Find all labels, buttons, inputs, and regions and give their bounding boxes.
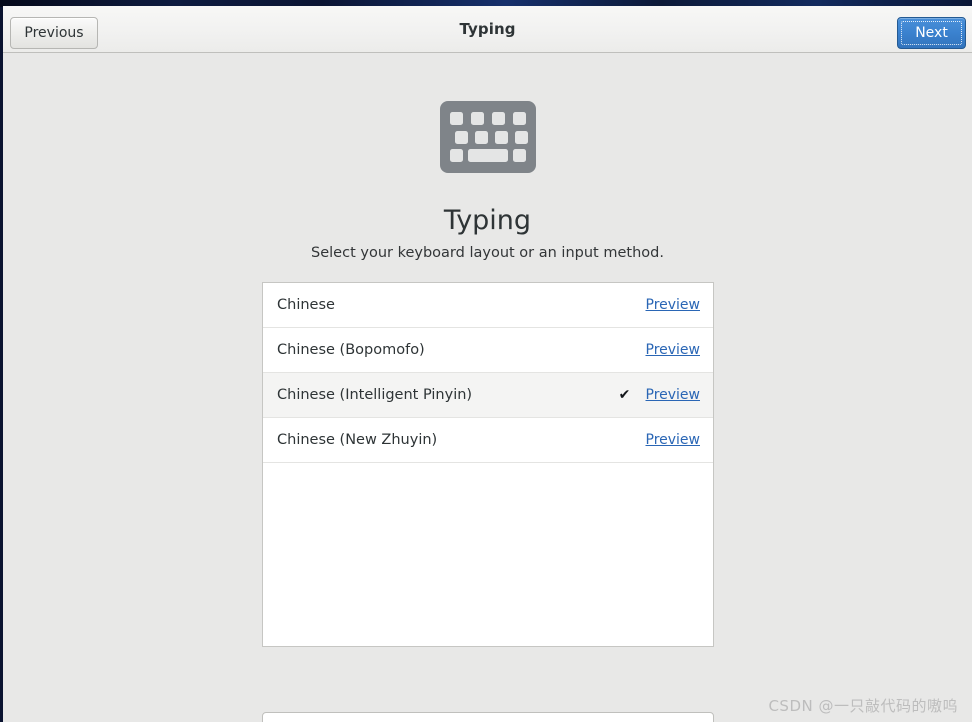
- content-area: Typing Select your keyboard layout or an…: [3, 53, 972, 722]
- csdn-watermark: CSDN @一只敲代码的嗷呜: [768, 697, 958, 715]
- preview-link[interactable]: Preview: [646, 297, 701, 313]
- list-item-label: Chinese (Intelligent Pinyin): [277, 387, 473, 403]
- next-button[interactable]: Next: [897, 17, 966, 49]
- selected-check-icon: ✔: [618, 387, 631, 403]
- typing-setup-window: Previous Typing Next Typing Select your …: [3, 6, 972, 722]
- keyboard-icon: [439, 101, 536, 173]
- list-item-selected[interactable]: Chinese (Intelligent Pinyin) ✔ Preview: [263, 373, 713, 418]
- preview-link[interactable]: Preview: [646, 432, 701, 448]
- input-source-list[interactable]: Chinese Preview Chinese (Bopomofo) Previ…: [262, 282, 714, 647]
- keyboard-key: [454, 130, 468, 144]
- keyboard-key: [514, 130, 528, 144]
- list-item[interactable]: Chinese (Bopomofo) Preview: [263, 328, 713, 373]
- preview-link[interactable]: Preview: [646, 387, 701, 403]
- keyboard-key: [449, 112, 463, 125]
- screen: Previous Typing Next Typing Select your …: [0, 0, 972, 722]
- list-item[interactable]: Chinese Preview: [263, 283, 713, 328]
- preview-link[interactable]: Preview: [646, 342, 701, 358]
- header-bar: Previous Typing Next: [3, 6, 972, 53]
- keyboard-key: [512, 112, 526, 125]
- page-subtitle: Select your keyboard layout or an input …: [311, 245, 664, 261]
- keyboard-key: [449, 149, 463, 162]
- list-item[interactable]: Chinese (New Zhuyin) Preview: [263, 418, 713, 463]
- list-item-label: Chinese (Bopomofo): [277, 342, 425, 358]
- search-box[interactable]: Chin: [262, 712, 714, 722]
- keyboard-key: [512, 149, 526, 162]
- keyboard-key: [494, 130, 508, 144]
- next-button-label: Next: [915, 25, 948, 41]
- keyboard-key: [474, 130, 488, 144]
- page-title-header: Typing: [459, 20, 516, 38]
- list-item-label: Chinese: [277, 297, 335, 313]
- keyboard-spacebar-key: [467, 149, 508, 162]
- list-item-label: Chinese (New Zhuyin): [277, 432, 438, 448]
- page-title: Typing: [443, 205, 532, 236]
- keyboard-key: [470, 112, 484, 125]
- keyboard-icon-keys: [449, 112, 528, 162]
- keyboard-key: [491, 112, 505, 125]
